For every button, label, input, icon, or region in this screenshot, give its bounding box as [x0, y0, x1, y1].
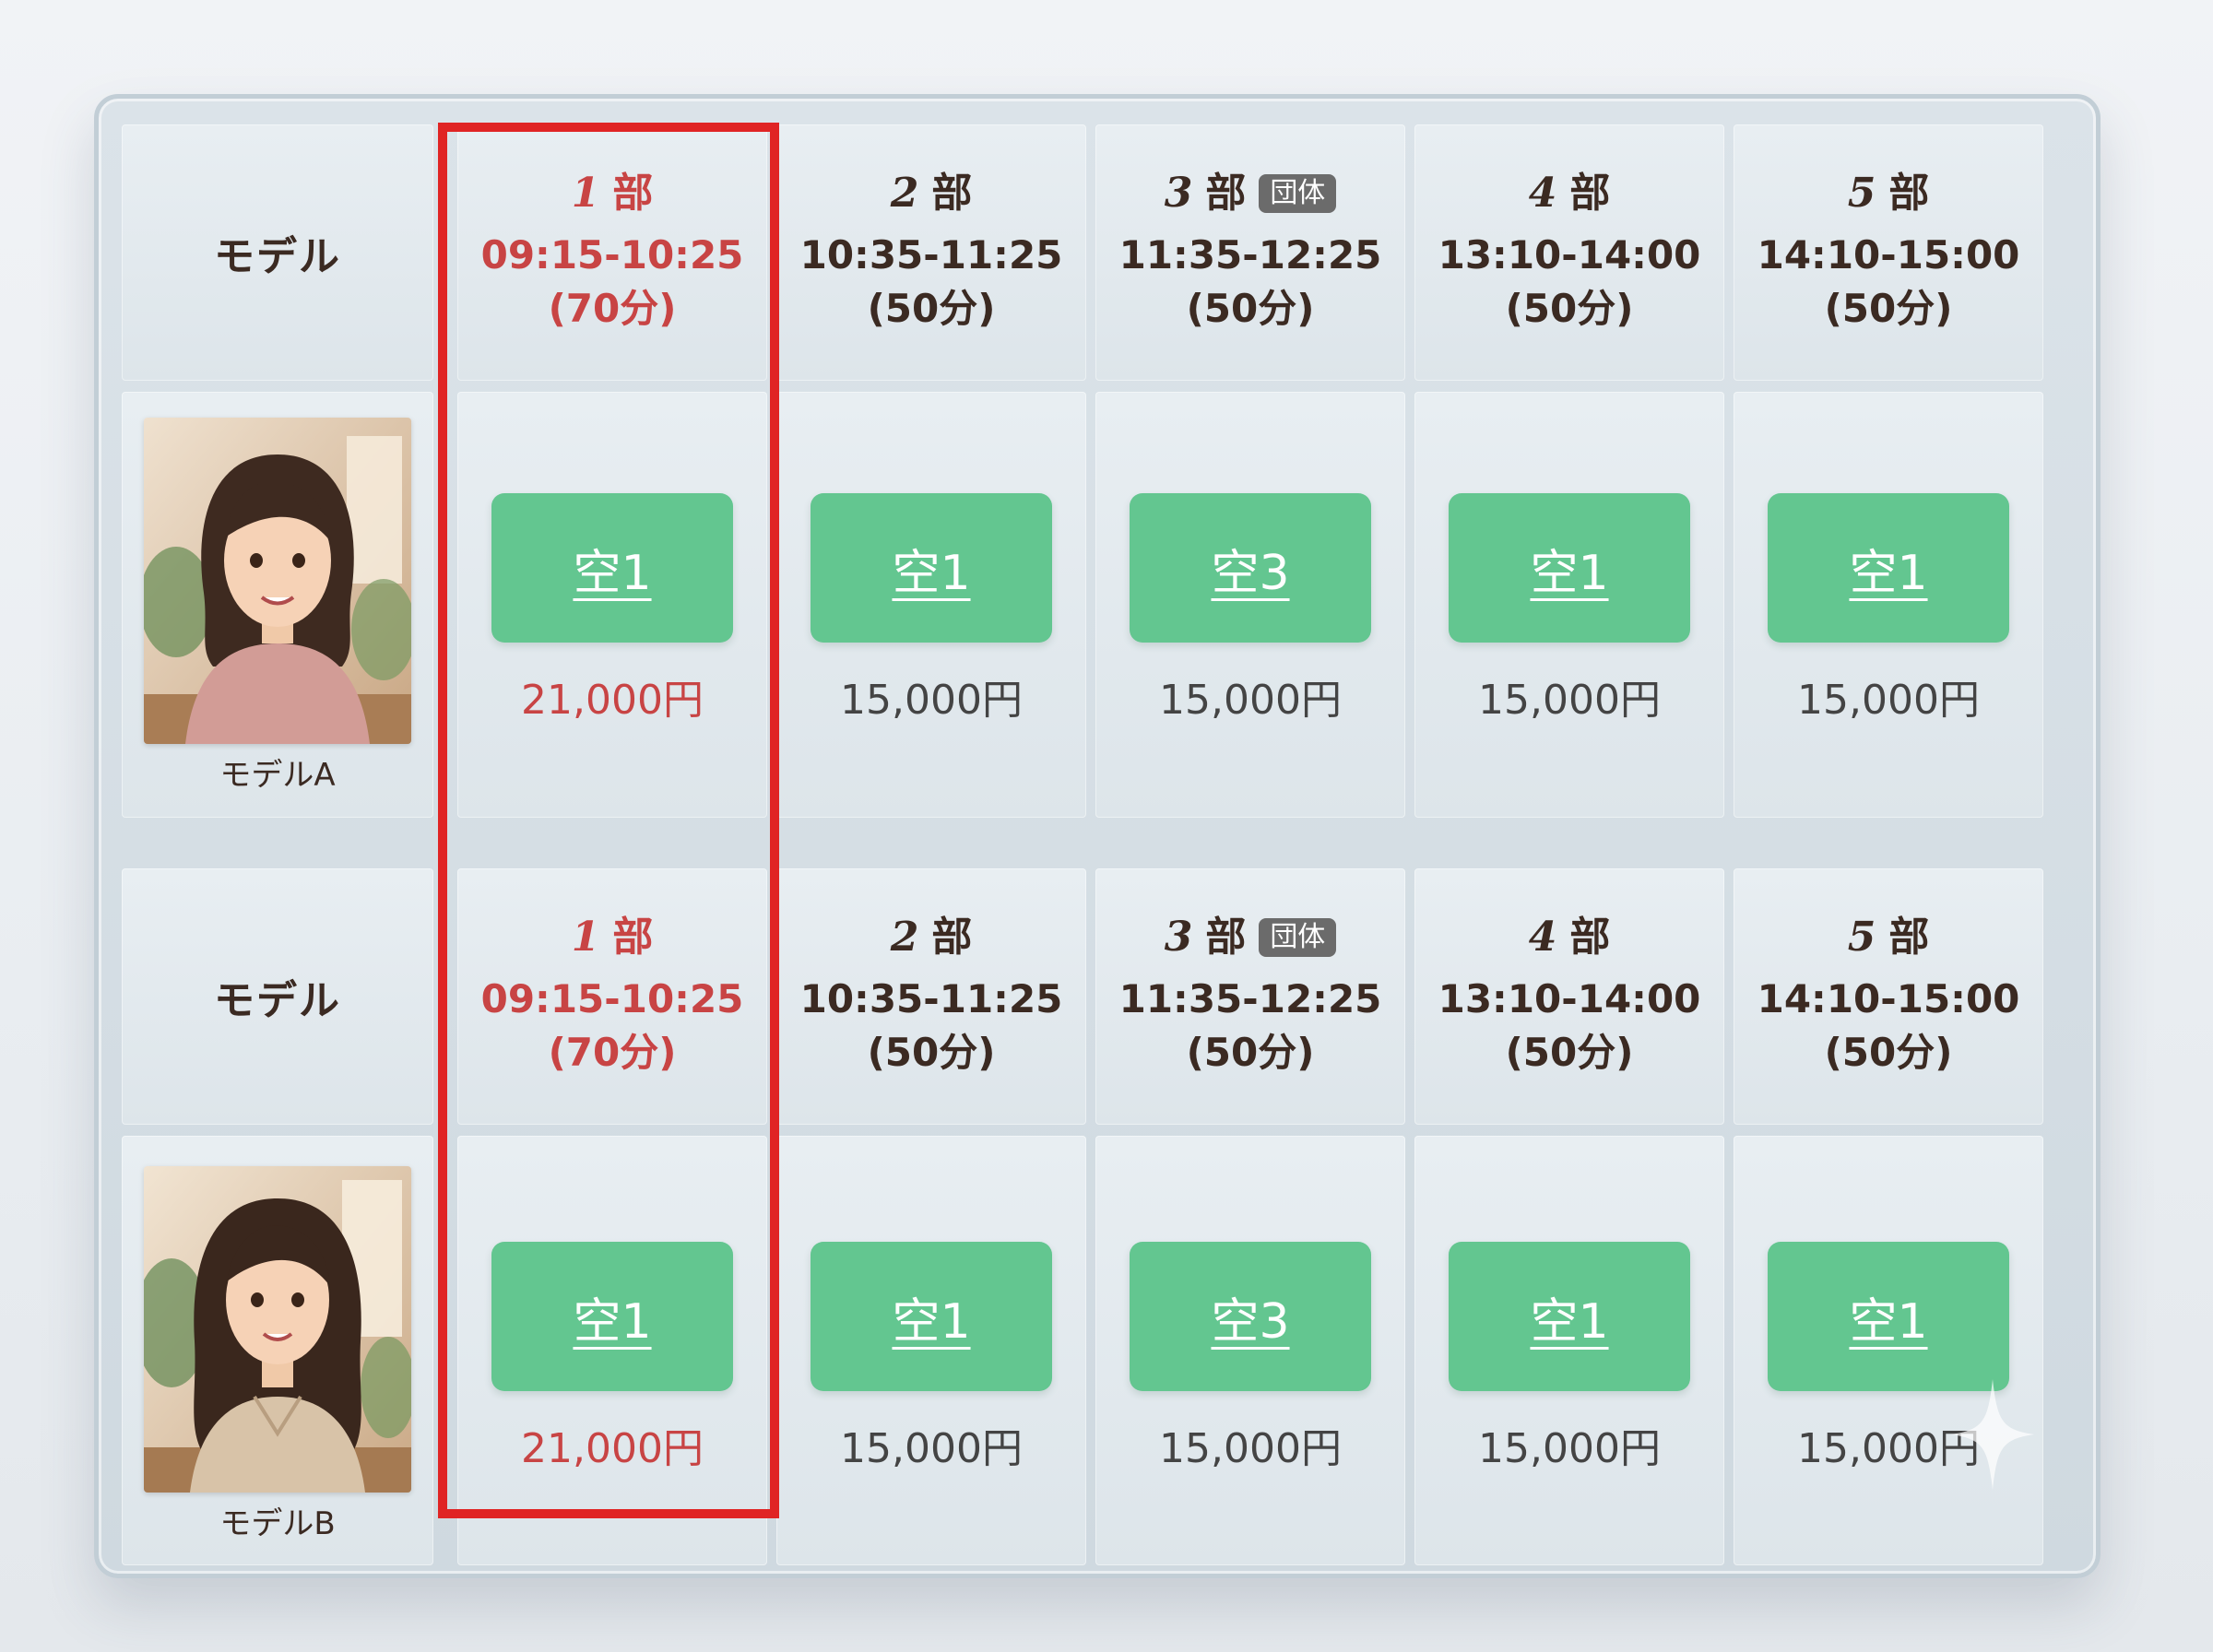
part-kanji: 部 — [1569, 914, 1611, 961]
part-header-2-b: 2部 10:35-11:25 (50分) — [776, 868, 1086, 1125]
slot-price: 15,000円 — [1159, 1425, 1342, 1472]
part-header-5-b: 5部 14:10-15:00 (50分) — [1734, 868, 2043, 1125]
part-header-4-b: 4部 13:10-14:00 (50分) — [1414, 868, 1724, 1125]
model-header-label: モデル — [214, 977, 341, 1024]
sparkle-icon — [1951, 1379, 2034, 1490]
part-duration: (50分) — [1186, 286, 1315, 331]
part-number: 4 — [1528, 170, 1557, 217]
part-duration: (50分) — [1186, 1030, 1315, 1075]
availability-button[interactable]: 空1 — [1449, 1242, 1690, 1391]
slot-cell: 空1 21,000円 — [457, 1136, 767, 1565]
slot-cell: 空1 15,000円 — [776, 392, 1086, 818]
part-kanji: 部 — [612, 170, 654, 217]
availability-button[interactable]: 空3 — [1130, 1242, 1371, 1391]
part-header-5-a: 5部 14:10-15:00 (50分) — [1734, 124, 2043, 381]
part-duration: (50分) — [1505, 1030, 1634, 1075]
part-number: 1 — [571, 914, 600, 961]
part-header-1-b: 1部 09:15-10:25 (70分) — [457, 868, 767, 1125]
group-badge: 団体 — [1259, 174, 1337, 213]
model-a-cell: モデルA — [122, 392, 433, 818]
part-header-3-b: 3 部団体 11:35-12:25 (50分) — [1095, 868, 1405, 1125]
part-time: 09:15-10:25 — [480, 232, 744, 277]
part-time: 09:15-10:25 — [480, 976, 744, 1021]
slot-price: 15,000円 — [840, 677, 1023, 724]
part-header-3-a: 3 部団体 11:35-12:25 (50分) — [1095, 124, 1405, 381]
part-duration: (50分) — [1824, 286, 1953, 331]
availability-button[interactable]: 空1 — [811, 493, 1052, 643]
part-duration: (70分) — [548, 1030, 677, 1075]
slot-price: 15,000円 — [1797, 677, 1980, 724]
part-kanji: 部 — [931, 914, 973, 961]
part-duration: (50分) — [1505, 286, 1634, 331]
part-time: 11:35-12:25 — [1118, 232, 1382, 277]
model-name: モデルA — [219, 757, 336, 794]
part-time: 10:35-11:25 — [799, 232, 1063, 277]
slot-price: 21,000円 — [521, 677, 704, 724]
model-header-label: モデル — [214, 233, 341, 280]
part-time: 14:10-15:00 — [1757, 976, 2020, 1021]
part-kanji: 部 — [1888, 914, 1930, 961]
slot-cell: 空1 15,000円 — [776, 1136, 1086, 1565]
slot-price: 15,000円 — [1159, 677, 1342, 724]
part-kanji: 部 — [931, 170, 973, 217]
part-header-1-a: 1部 09:15-10:25 (70分) — [457, 124, 767, 381]
part-time: 14:10-15:00 — [1757, 232, 2020, 277]
model-a-portrait[interactable] — [144, 418, 411, 744]
part-number: 5 — [1847, 170, 1876, 217]
part-time: 10:35-11:25 — [799, 976, 1063, 1021]
part-time: 13:10-14:00 — [1438, 976, 1701, 1021]
part-header-2-a: 2部 10:35-11:25 (50分) — [776, 124, 1086, 381]
availability-button[interactable]: 空1 — [811, 1242, 1052, 1391]
part-number: 3 — [1164, 914, 1193, 961]
part-number: 2 — [890, 170, 919, 217]
part-kanji: 部 — [1888, 170, 1930, 217]
slot-cell: 空3 15,000円 — [1095, 392, 1405, 818]
slot-price: 15,000円 — [1478, 677, 1661, 724]
slot-cell: 空1 21,000円 — [457, 392, 767, 818]
slot-cell: 空1 15,000円 — [1414, 392, 1724, 818]
part-number: 5 — [1847, 914, 1876, 961]
part-kanji: 部 — [612, 914, 654, 961]
model-name: モデルB — [219, 1505, 336, 1542]
model-header-cell-b: モデル — [122, 868, 433, 1125]
part-kanji: 部 — [1205, 170, 1247, 217]
part-number: 2 — [890, 914, 919, 961]
part-duration: (70分) — [548, 286, 677, 331]
model-b-cell: モデルB — [122, 1136, 433, 1565]
availability-button[interactable]: 空3 — [1130, 493, 1371, 643]
slot-cell: 空1 15,000円 — [1414, 1136, 1724, 1565]
availability-button[interactable]: 空1 — [491, 493, 733, 643]
slot-cell: 空1 15,000円 — [1734, 1136, 2043, 1565]
part-time: 13:10-14:00 — [1438, 232, 1701, 277]
availability-button[interactable]: 空1 — [1768, 493, 2009, 643]
part-number: 1 — [571, 170, 600, 217]
part-duration: (50分) — [867, 1030, 996, 1075]
part-kanji: 部 — [1205, 914, 1247, 961]
part-duration: (50分) — [867, 286, 996, 331]
slot-cell: 空3 15,000円 — [1095, 1136, 1405, 1565]
slot-cell: 空1 15,000円 — [1734, 392, 2043, 818]
availability-button[interactable]: 空1 — [1768, 1242, 2009, 1391]
slot-price: 21,000円 — [521, 1425, 704, 1472]
slot-price: 15,000円 — [840, 1425, 1023, 1472]
availability-button[interactable]: 空1 — [491, 1242, 733, 1391]
availability-button[interactable]: 空1 — [1449, 493, 1690, 643]
part-number: 3 — [1164, 170, 1193, 217]
part-duration: (50分) — [1824, 1030, 1953, 1075]
model-header-cell-a: モデル — [122, 124, 433, 381]
part-number: 4 — [1528, 914, 1557, 961]
group-badge: 団体 — [1259, 918, 1337, 957]
part-kanji: 部 — [1569, 170, 1611, 217]
part-header-4-a: 4部 13:10-14:00 (50分) — [1414, 124, 1724, 381]
slot-price: 15,000円 — [1478, 1425, 1661, 1472]
part-time: 11:35-12:25 — [1118, 976, 1382, 1021]
model-b-portrait[interactable] — [144, 1166, 411, 1493]
